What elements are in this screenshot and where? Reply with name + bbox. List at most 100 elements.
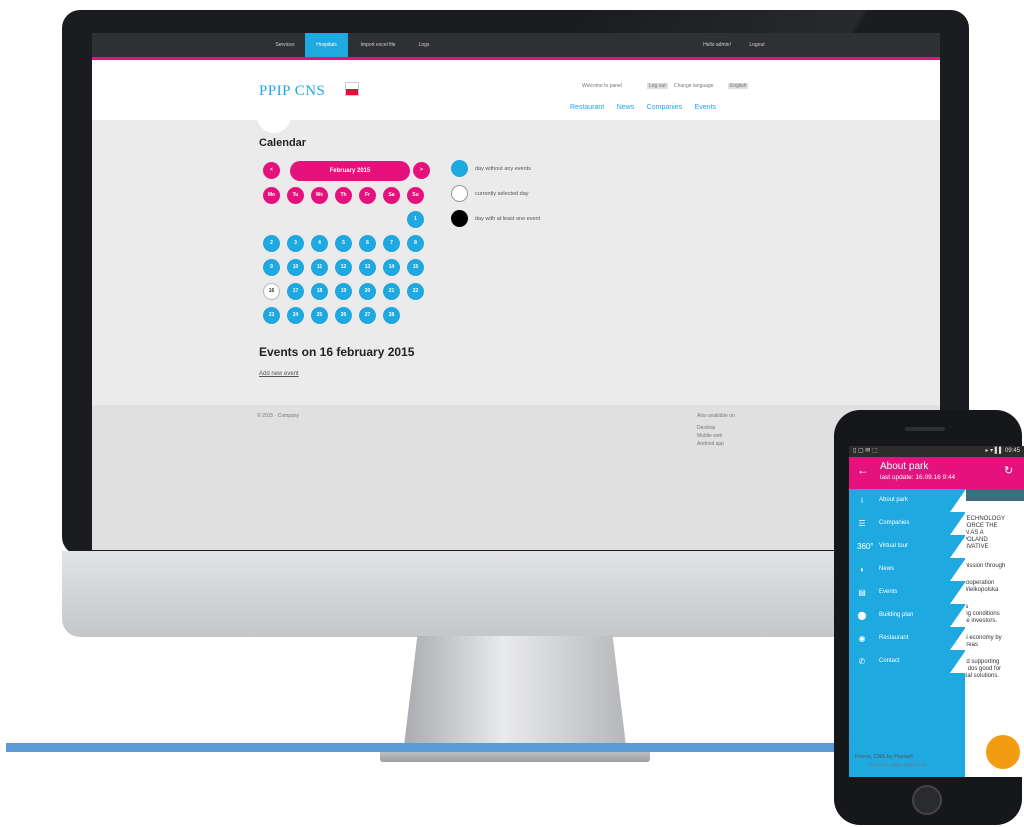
back-arrow-icon[interactable]: ←: [857, 463, 869, 477]
footer-link-desktop[interactable]: Desktop: [697, 425, 715, 431]
calendar-day[interactable]: 3: [287, 235, 304, 252]
calendar-day[interactable]: 19: [335, 283, 352, 300]
monitor-chin: [62, 551, 969, 637]
menu-restaurant[interactable]: Restaurant: [570, 104, 604, 111]
calendar-day[interactable]: 4: [311, 235, 328, 252]
nav-tab-import[interactable]: Import excel file: [348, 33, 408, 57]
calendar-day[interactable]: 20: [359, 283, 376, 300]
nav-tab-hospitals[interactable]: Hospitals: [305, 33, 348, 57]
calendar-day[interactable]: 15: [407, 259, 424, 276]
calendar-day-selected[interactable]: 16: [263, 283, 280, 300]
header: [92, 60, 940, 120]
calendar-day[interactable]: 27: [359, 307, 376, 324]
weekday-label: Th: [335, 187, 352, 204]
legend-no-events: day without any events: [475, 166, 531, 172]
behind-line: ing conditions: [963, 611, 1000, 617]
drawer-tear-edge: [950, 558, 966, 581]
calendar-title: Calendar: [259, 137, 307, 149]
calendar-day[interactable]: 9: [263, 259, 280, 276]
calendar-day[interactable]: 6: [359, 235, 376, 252]
logout-button[interactable]: Log out: [647, 83, 668, 89]
calendar-day[interactable]: 8: [407, 235, 424, 252]
status-icons-left: ▯ ▢ ✉ ⬚: [853, 448, 878, 454]
logo[interactable]: PPIP CNS: [259, 83, 325, 100]
drawer-item[interactable]: ✆ Contact: [849, 650, 966, 673]
avatar: [257, 99, 291, 133]
calendar-day[interactable]: 12: [335, 259, 352, 276]
calendar-icon: ▤: [858, 588, 866, 597]
add-event-link[interactable]: Add new event: [259, 371, 299, 377]
refresh-icon[interactable]: ↻: [1004, 464, 1013, 477]
weekday-label: Mo: [263, 187, 280, 204]
footer-copyright: © 2015 · Company: [257, 413, 300, 419]
calendar-day[interactable]: 14: [383, 259, 400, 276]
behind-line: FORCE THE: [963, 523, 998, 529]
calendar-day[interactable]: 24: [287, 307, 304, 324]
menu-companies[interactable]: Companies: [647, 104, 682, 111]
nav-tab-logs[interactable]: Logs: [408, 33, 440, 57]
drawer-item-label: Restaurant: [879, 635, 909, 641]
behind-line: areas: [963, 642, 979, 648]
drawer-item[interactable]: ◉ Restaurant: [849, 627, 966, 650]
nav-drawer: i About park ☰ Companies 360° Virtual tour ◗ Ne…: [849, 489, 966, 777]
drawer-item-label: Companies: [879, 520, 910, 526]
drawer-item-label: Events: [879, 589, 898, 595]
calendar-day[interactable]: 17: [287, 283, 304, 300]
drawer-item[interactable]: ◗ News: [849, 558, 966, 581]
calendar-day[interactable]: 25: [311, 307, 328, 324]
menu-events[interactable]: Events: [695, 104, 716, 111]
behind-line: s dos good for: [963, 666, 1002, 672]
drawer-item[interactable]: ▤ Events: [849, 581, 966, 604]
drawer-tear-edge: [950, 627, 966, 650]
drawer-item[interactable]: ☰ Companies: [849, 512, 966, 535]
calendar-day[interactable]: 23: [263, 307, 280, 324]
calendar-day[interactable]: 22: [407, 283, 424, 300]
logout-link[interactable]: Logout: [742, 33, 772, 57]
calendar-day[interactable]: 13: [359, 259, 376, 276]
calendar-day[interactable]: 28: [383, 307, 400, 324]
menu-news[interactable]: News: [617, 104, 635, 111]
behind-header: [963, 489, 1024, 501]
last-update: last update: 16.09.16 9:44: [880, 474, 956, 481]
calendar-day[interactable]: 21: [383, 283, 400, 300]
calendar-day[interactable]: 10: [287, 259, 304, 276]
footer-link-android[interactable]: Android app: [697, 441, 724, 447]
status-icons-right: ▸ ▾ ▌▌ 09:45: [985, 448, 1020, 454]
drawer-item-label: Virtual tour: [879, 543, 908, 549]
prev-month-button[interactable]: <: [263, 162, 280, 179]
calendar-day[interactable]: 1: [407, 211, 424, 228]
legend-with-event: day with at least one event: [475, 216, 541, 222]
behind-line: he investors.: [963, 618, 998, 624]
calendar-day[interactable]: 7: [383, 235, 400, 252]
calendar-day[interactable]: 5: [335, 235, 352, 252]
drawer-item[interactable]: 360° Virtual tour: [849, 535, 966, 558]
flag-icon[interactable]: [345, 82, 359, 96]
weekday-label: Fr: [359, 187, 376, 204]
welcome-text: Welcome to panel: [582, 83, 622, 89]
calendar-day[interactable]: 26: [335, 307, 352, 324]
drawer-item[interactable]: ⬤ Building plan: [849, 604, 966, 627]
calendar-day[interactable]: 2: [263, 235, 280, 252]
legend-no-events-swatch: [451, 160, 468, 177]
main-menu: Restaurant News Companies Events: [562, 96, 716, 114]
behind-line: nd supporting: [963, 659, 1000, 665]
behind-line: cooperation: [963, 580, 995, 586]
monitor-stand: [404, 636, 626, 746]
weekday-label: Tu: [287, 187, 304, 204]
footer-link-mobile[interactable]: Mobile web: [697, 433, 722, 439]
home-button[interactable]: [912, 785, 942, 815]
calendar-day[interactable]: 11: [311, 259, 328, 276]
weekday-label: Su: [407, 187, 424, 204]
calendar-day[interactable]: 18: [311, 283, 328, 300]
drawer-item-label: Contact: [879, 658, 900, 664]
next-month-button[interactable]: >: [413, 162, 430, 179]
restaurant-icon: ◉: [858, 634, 866, 643]
behind-line: cial solutions.: [963, 673, 1000, 679]
footer: © 2015 · Company Also available on Deskt…: [92, 405, 940, 550]
language-select[interactable]: English: [728, 83, 749, 89]
nav-tab-services[interactable]: Services: [265, 33, 305, 57]
drawer-item[interactable]: i About park: [849, 489, 966, 512]
drawer-item-label: Building plan: [879, 612, 914, 618]
behind-content: TECHNOLOGY FORCE THE IN AS A POLAND LIVA…: [963, 516, 1005, 680]
fab-button[interactable]: [986, 735, 1020, 769]
